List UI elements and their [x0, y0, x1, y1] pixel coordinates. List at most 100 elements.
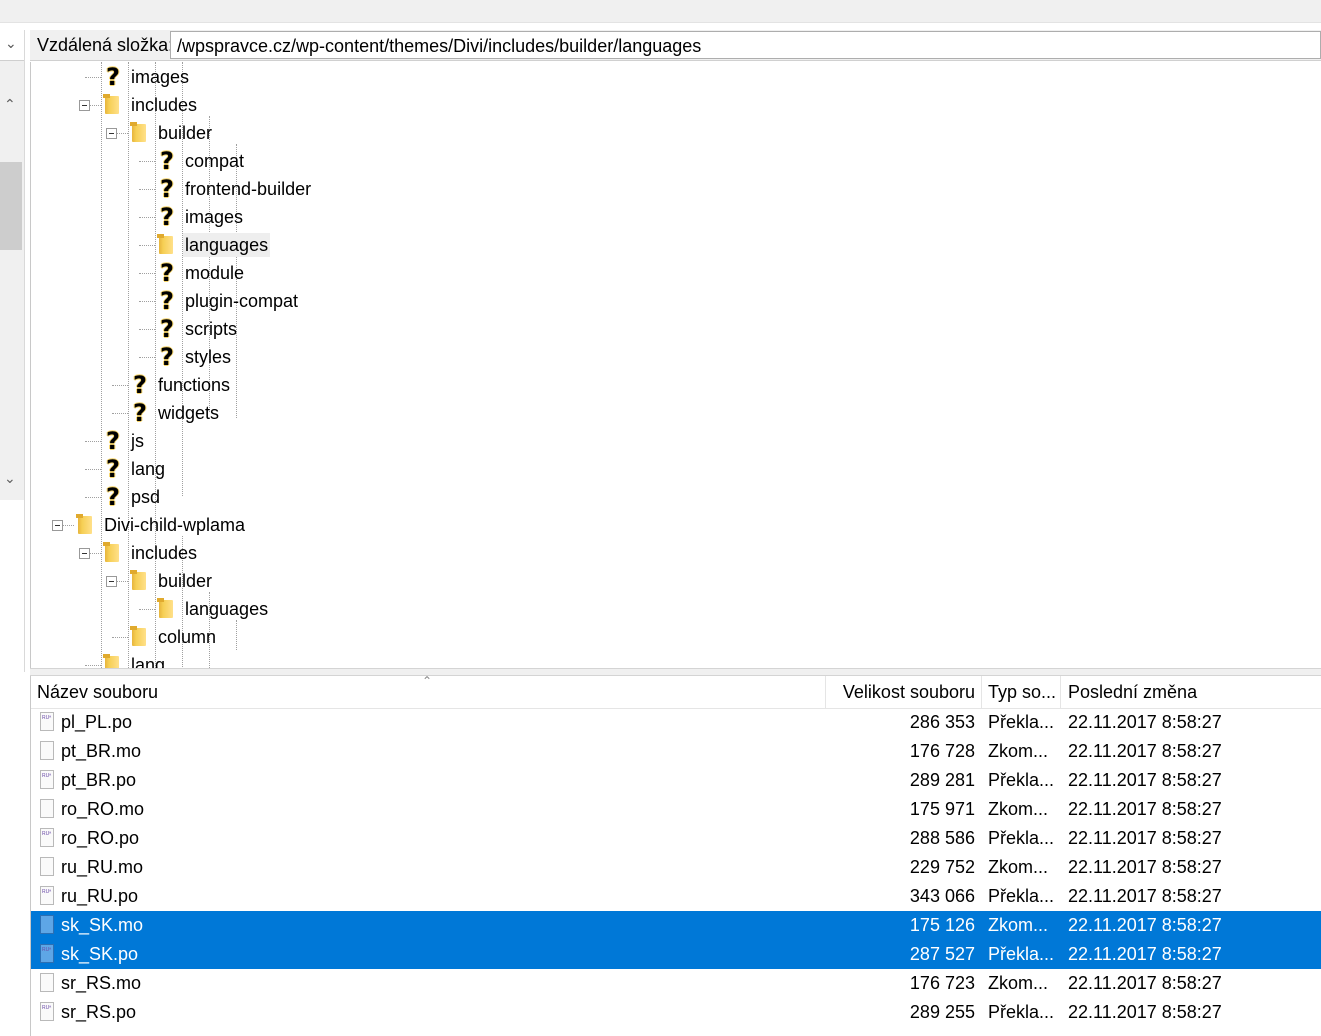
- translation-file-icon: [40, 886, 54, 905]
- remote-path-input[interactable]: /wpspravce.cz/wp-content/themes/Divi/inc…: [170, 31, 1321, 59]
- file-list-header: Název souboru ⌃ Velikost souboru Typ so.…: [31, 676, 1321, 709]
- question-icon: ?: [106, 455, 120, 483]
- tree-node-label: scripts: [185, 319, 238, 339]
- file-row[interactable]: sk_SK.po 287 527 Překla... 22.11.2017 8:58:…: [31, 940, 1321, 969]
- tree-guide-line: [139, 161, 155, 162]
- folder-icon: [130, 121, 150, 145]
- remote-path-bar: Vzdálená složka: /wpspravce.cz/wp-conten…: [30, 30, 1321, 61]
- tree-node-label: widgets: [158, 403, 220, 423]
- remote-file-list: Název souboru ⌃ Velikost souboru Typ so.…: [30, 676, 1321, 1036]
- column-header-type[interactable]: Typ so...: [988, 676, 1064, 708]
- file-modified: 22.11.2017 8:58:27: [1068, 944, 1222, 964]
- scroll-up-button[interactable]: ⌃: [0, 92, 24, 120]
- file-type: Překla...: [988, 712, 1055, 732]
- translation-file-icon: [40, 944, 54, 963]
- file-name: ro_RO.mo: [61, 799, 145, 819]
- file-size: 175 971: [909, 799, 975, 819]
- file-modified: 22.11.2017 8:58:27: [1068, 828, 1222, 848]
- file-type: Zkom...: [988, 857, 1049, 877]
- tree-guide-line: [139, 217, 155, 218]
- tree-node-label: builder: [158, 571, 213, 591]
- tree-guide-line: [85, 469, 101, 470]
- folder-icon: [157, 597, 177, 621]
- tree-node-label: builder: [158, 123, 213, 143]
- file-row[interactable]: sk_SK.mo 175 126 Zkom... 22.11.2017 8:58:27: [31, 911, 1321, 940]
- question-icon: ?: [160, 147, 174, 175]
- tree-node-label: plugin-compat: [185, 291, 299, 311]
- folder-icon: [76, 513, 96, 537]
- file-size: 176 723: [909, 973, 975, 993]
- file-row[interactable]: pt_BR.mo 176 728 Zkom... 22.11.2017 8:58:27: [31, 737, 1321, 766]
- tree-node-label: lang: [131, 459, 166, 479]
- tree-guide-line: [101, 62, 102, 668]
- remote-directory-tree[interactable]: ? images includes builder? compat? frontend-b…: [30, 62, 1321, 668]
- column-separator[interactable]: [981, 676, 982, 708]
- translation-file-icon: [40, 828, 54, 847]
- file-modified: 22.11.2017 8:58:27: [1068, 857, 1222, 877]
- file-row[interactable]: ru_RU.mo 229 752 Zkom... 22.11.2017 8:58:27: [31, 853, 1321, 882]
- scrollbar-thumb[interactable]: [0, 162, 22, 250]
- scroll-down-button[interactable]: ⌄: [0, 468, 24, 496]
- tree-guide-line: [139, 357, 155, 358]
- folder-icon: [130, 625, 150, 649]
- compiled-file-icon: [40, 741, 54, 760]
- folder-icon: [130, 569, 150, 593]
- file-row[interactable]: sr_RS.mo 176 723 Zkom... 22.11.2017 8:58:27: [31, 969, 1321, 998]
- file-row[interactable]: pt_BR.po 289 281 Překla... 22.11.2017 8:58:…: [31, 766, 1321, 795]
- remote-path-label: Vzdálená složka:: [37, 35, 174, 55]
- question-icon: ?: [160, 287, 174, 315]
- file-name: sk_SK.po: [61, 944, 139, 964]
- collapse-toggle[interactable]: [52, 520, 63, 531]
- file-row[interactable]: ro_RO.po 288 586 Překla... 22.11.2017 8:58:…: [31, 824, 1321, 853]
- tree-node-label: module: [185, 263, 245, 283]
- tree-node-label: languages: [183, 233, 271, 257]
- column-header-modified[interactable]: Poslední změna: [1068, 676, 1318, 708]
- question-icon: ?: [160, 203, 174, 231]
- collapse-toggle[interactable]: [79, 100, 90, 111]
- collapse-toggle[interactable]: [106, 128, 117, 139]
- file-modified: 22.11.2017 8:58:27: [1068, 770, 1222, 790]
- local-pane-edge: ⌄ ⌃ ⌄: [0, 30, 25, 672]
- tree-node-label: psd: [131, 487, 161, 507]
- tree-guide-line: [85, 665, 101, 666]
- tree-guide-line: [112, 413, 128, 414]
- file-modified: 22.11.2017 8:58:27: [1068, 741, 1222, 761]
- local-path-dropdown[interactable]: ⌄: [0, 30, 24, 61]
- file-row[interactable]: ru_RU.po 343 066 Překla... 22.11.2017 8:58:…: [31, 882, 1321, 911]
- file-type: Překla...: [988, 770, 1055, 790]
- file-row[interactable]: pl_PL.po 286 353 Překla... 22.11.2017 8:58:…: [31, 708, 1321, 737]
- collapse-toggle[interactable]: [79, 548, 90, 559]
- file-type: Překla...: [988, 828, 1055, 848]
- tree-guide-line: [139, 609, 155, 610]
- column-header-size[interactable]: Velikost souboru: [825, 676, 975, 708]
- pane-splitter[interactable]: [30, 668, 1321, 676]
- file-name: sr_RS.po: [61, 1002, 137, 1022]
- folder-icon: [103, 541, 123, 565]
- file-name: pl_PL.po: [61, 712, 133, 732]
- tree-node-label: includes: [131, 95, 198, 115]
- chevron-up-icon: ⌃: [4, 96, 16, 112]
- folder-icon: [103, 653, 123, 668]
- file-modified: 22.11.2017 8:58:27: [1068, 799, 1222, 819]
- tree-guide-line: [112, 385, 128, 386]
- file-row[interactable]: ro_RO.mo 175 971 Zkom... 22.11.2017 8:58:27: [31, 795, 1321, 824]
- file-size: 286 353: [909, 712, 975, 732]
- tree-node-label: Divi-child-wplama: [104, 515, 246, 535]
- file-type: Zkom...: [988, 973, 1049, 993]
- file-name: ro_RO.po: [61, 828, 140, 848]
- question-icon: ?: [160, 343, 174, 371]
- question-icon: ?: [106, 427, 120, 455]
- translation-file-icon: [40, 770, 54, 789]
- question-icon: ?: [160, 259, 174, 287]
- tree-node-label: styles: [185, 347, 232, 367]
- tree-guide-line: [112, 637, 128, 638]
- tree-guide-line: [128, 62, 129, 668]
- file-type: Překla...: [988, 886, 1055, 906]
- top-strip: [0, 0, 1321, 23]
- file-row[interactable]: sr_RS.po 289 255 Překla... 22.11.2017 8:58:…: [31, 998, 1321, 1027]
- file-type: Zkom...: [988, 741, 1049, 761]
- collapse-toggle[interactable]: [106, 576, 117, 587]
- tree-node-label: column: [158, 627, 217, 647]
- file-modified: 22.11.2017 8:58:27: [1068, 712, 1222, 732]
- column-separator[interactable]: [1060, 676, 1061, 708]
